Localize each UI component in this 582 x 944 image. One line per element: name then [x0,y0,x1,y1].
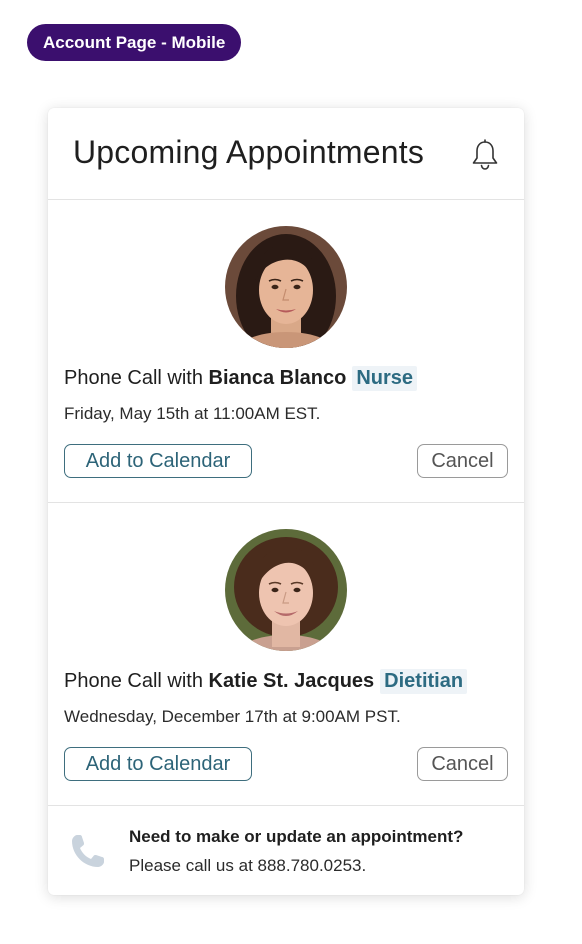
avatar [225,529,347,651]
avatar [225,226,347,348]
page-tag: Account Page - Mobile [27,24,242,61]
provider-role-badge: Dietitian [380,669,468,694]
appointment-item: Phone Call with Katie St. Jacques Dietiti… [48,503,524,806]
provider-role-badge: Nurse [352,366,418,391]
appointment-item: Phone Call with Bianca Blanco Nurse Frida… [48,200,524,503]
appointment-title: Phone Call with Bianca Blanco Nurse [64,366,418,391]
appointment-title: Phone Call with Katie St. Jacques Dietiti… [64,669,468,694]
card-title: Upcoming Appointments [73,134,425,170]
add-to-calendar-button[interactable]: Add to Calendar [64,747,252,781]
appointment-prefix: Phone Call with [64,670,203,692]
provider-name: Bianca Blanco [208,367,347,389]
account-page: Account Page - Mobile Upcoming Appointme… [0,0,582,944]
appointment-prefix: Phone Call with [64,367,203,389]
card-header: Upcoming Appointments [48,108,524,200]
appointment-datetime: Friday, May 15th at 11:00AM EST. [64,404,321,423]
add-to-calendar-button[interactable]: Add to Calendar [64,444,252,478]
phone-icon [68,831,108,871]
appointment-datetime: Wednesday, December 17th at 9:00AM PST. [64,707,401,726]
provider-name: Katie St. Jacques [208,670,375,692]
contact-footer: Need to make or update an appointment? P… [48,806,524,895]
cancel-button[interactable]: Cancel [417,444,508,478]
bell-icon[interactable] [470,139,500,171]
appointments-card: Upcoming Appointments Phone Call with Bi… [48,108,524,895]
footer-title: Need to make or update an appointment? [129,827,464,846]
footer-phone-text: Please call us at 888.780.0253. [129,856,367,875]
cancel-button[interactable]: Cancel [417,747,508,781]
